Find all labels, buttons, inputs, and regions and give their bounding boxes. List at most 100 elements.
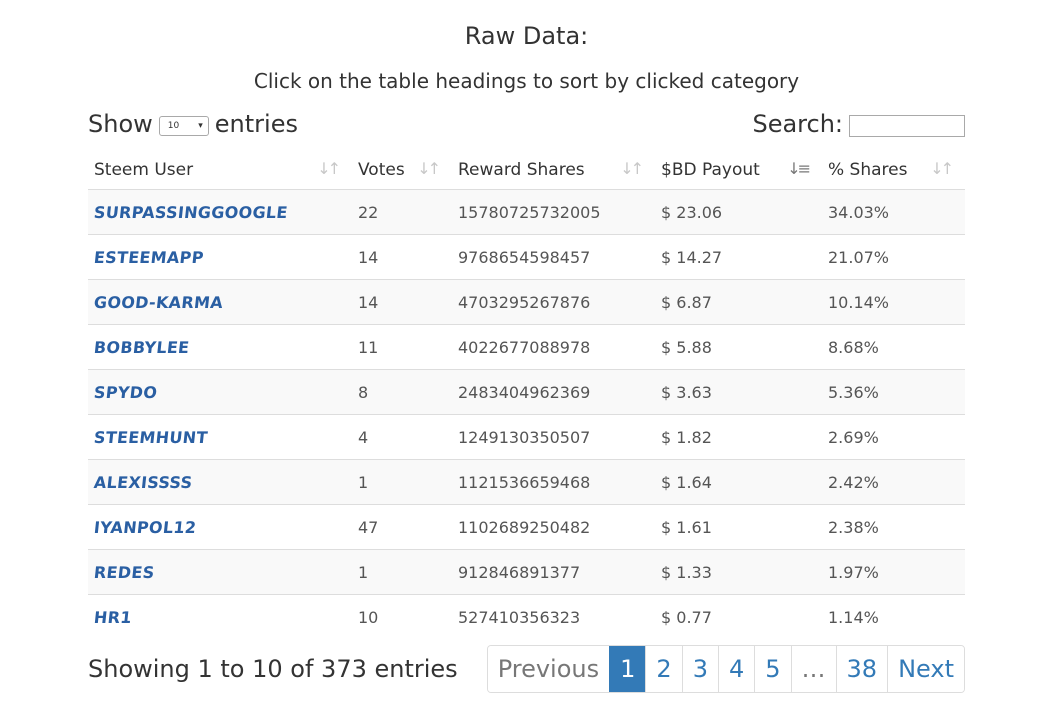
table-row: STEEMHUNT 4 1249130350507 $ 1.82 2.69% <box>88 414 965 460</box>
sort-descending-icon: ↓≡ <box>787 159 811 178</box>
steem-user-link[interactable]: REDES <box>93 563 155 582</box>
steem-user-link[interactable]: ALEXISSSS <box>93 473 193 492</box>
cell-steem-user: IYANPOL12 <box>88 504 352 550</box>
column-header-label: Reward Shares <box>458 159 585 180</box>
page-subtitle: Click on the table headings to sort by c… <box>253 69 800 93</box>
cell-percent-shares: 8.68% <box>822 324 965 370</box>
steem-user-link[interactable]: STEEMHUNT <box>93 428 209 447</box>
cell-reward-shares: 1249130350507 <box>452 414 655 460</box>
table-row: BOBBYLEE 11 4022677088978 $ 5.88 8.68% <box>88 324 965 370</box>
cell-percent-shares: 2.42% <box>822 459 965 505</box>
cell-votes: 1 <box>352 459 452 505</box>
cell-votes: 4 <box>352 414 452 460</box>
table-header-row: Steem User ↓↑ Votes ↓↑ Reward Shares ↓↑ … <box>88 150 965 190</box>
steem-user-link[interactable]: GOOD-KARMA <box>93 293 224 312</box>
pagination-next-button[interactable]: Next <box>887 646 964 692</box>
column-header-label: $BD Payout <box>661 159 760 180</box>
pagination-page-4[interactable]: 4 <box>717 646 755 692</box>
steem-user-link[interactable]: SPYDO <box>93 383 158 402</box>
cell-reward-shares: 15780725732005 <box>452 189 655 235</box>
cell-steem-user: SPYDO <box>88 369 352 415</box>
raw-data-table: Steem User ↓↑ Votes ↓↑ Reward Shares ↓↑ … <box>88 150 965 639</box>
search-label: Search: <box>752 110 843 138</box>
show-label: Show <box>88 110 153 138</box>
page-title: Raw Data: <box>464 22 589 50</box>
cell-percent-shares: 34.03% <box>822 189 965 235</box>
cell-percent-shares: 2.69% <box>822 414 965 460</box>
table-info: Showing 1 to 10 of 373 entries <box>88 655 458 683</box>
cell-steem-user: REDES <box>88 549 352 595</box>
cell-votes: 22 <box>352 189 452 235</box>
cell-percent-shares: 10.14% <box>822 279 965 325</box>
search-control: Search: <box>752 110 965 138</box>
table-row: IYANPOL12 47 1102689250482 $ 1.61 2.38% <box>88 504 965 550</box>
table-body: SURPASSINGGOOGLE 22 15780725732005 $ 23.06 3… <box>88 189 965 639</box>
cell-percent-shares: 1.14% <box>822 594 965 639</box>
cell-sbd-payout: $ 1.82 <box>655 414 822 460</box>
table-row: ALEXISSSS 1 1121536659468 $ 1.64 2.42% <box>88 459 965 505</box>
cell-reward-shares: 4703295267876 <box>452 279 655 325</box>
pagination-page-3[interactable]: 3 <box>681 646 718 692</box>
pagination-page-2[interactable]: 2 <box>645 646 682 692</box>
cell-sbd-payout: $ 0.77 <box>655 594 822 639</box>
cell-steem-user: ESTEEMAPP <box>88 234 352 280</box>
cell-votes: 14 <box>352 279 452 325</box>
dropdown-arrow-icon: ▾ <box>198 120 203 131</box>
cell-steem-user: BOBBYLEE <box>88 324 352 370</box>
column-header-steem-user[interactable]: Steem User ↓↑ <box>88 150 352 190</box>
pagination: Previous 1 2 3 4 5 … 38 Next <box>486 645 965 693</box>
column-header-votes[interactable]: Votes ↓↑ <box>352 150 452 190</box>
sort-both-icon: ↓↑ <box>317 159 341 178</box>
steem-user-link[interactable]: IYANPOL12 <box>93 518 197 537</box>
cell-votes: 8 <box>352 369 452 415</box>
cell-reward-shares: 2483404962369 <box>452 369 655 415</box>
entries-length-control: Show 10 ▾ entries <box>88 110 298 138</box>
pagination-previous-button[interactable]: Previous <box>487 646 610 692</box>
table-row: REDES 1 912846891377 $ 1.33 1.97% <box>88 549 965 595</box>
cell-votes: 14 <box>352 234 452 280</box>
table-row: ESTEEMAPP 14 9768654598457 $ 14.27 21.07% <box>88 234 965 280</box>
cell-percent-shares: 2.38% <box>822 504 965 550</box>
table-row: SURPASSINGGOOGLE 22 15780725732005 $ 23.06 3… <box>88 189 965 235</box>
entries-length-value: 10 <box>167 120 180 131</box>
entries-length-select[interactable]: 10 ▾ <box>158 115 209 136</box>
sort-both-icon: ↓↑ <box>930 159 954 178</box>
cell-steem-user: ALEXISSSS <box>88 459 352 505</box>
cell-steem-user: GOOD-KARMA <box>88 279 352 325</box>
pagination-page-38[interactable]: 38 <box>835 646 888 692</box>
cell-votes: 1 <box>352 549 452 595</box>
cell-sbd-payout: $ 23.06 <box>655 189 822 235</box>
steem-user-link[interactable]: HR1 <box>93 608 133 627</box>
pagination-page-1[interactable]: 1 <box>609 646 646 692</box>
cell-percent-shares: 5.36% <box>822 369 965 415</box>
cell-reward-shares: 9768654598457 <box>452 234 655 280</box>
sort-both-icon: ↓↑ <box>620 159 644 178</box>
pagination-page-5[interactable]: 5 <box>754 646 791 692</box>
cell-votes: 47 <box>352 504 452 550</box>
search-input[interactable] <box>849 115 965 137</box>
steem-user-link[interactable]: ESTEEMAPP <box>93 248 205 267</box>
cell-steem-user: STEEMHUNT <box>88 414 352 460</box>
entries-label: entries <box>214 110 298 138</box>
cell-reward-shares: 912846891377 <box>452 549 655 595</box>
column-header-percent-shares[interactable]: % Shares ↓↑ <box>822 150 965 190</box>
cell-sbd-payout: $ 1.61 <box>655 504 822 550</box>
cell-reward-shares: 4022677088978 <box>452 324 655 370</box>
cell-sbd-payout: $ 5.88 <box>655 324 822 370</box>
cell-sbd-payout: $ 3.63 <box>655 369 822 415</box>
steem-user-link[interactable]: SURPASSINGGOOGLE <box>93 203 289 222</box>
column-header-reward-shares[interactable]: Reward Shares ↓↑ <box>452 150 655 190</box>
table-row: GOOD-KARMA 14 4703295267876 $ 6.87 10.14% <box>88 279 965 325</box>
column-header-label: Steem User <box>94 159 194 180</box>
cell-reward-shares: 527410356323 <box>452 594 655 639</box>
cell-votes: 10 <box>352 594 452 639</box>
table-row: HR1 10 527410356323 $ 0.77 1.14% <box>88 594 965 639</box>
column-header-sbd-payout[interactable]: $BD Payout ↓≡ <box>655 150 822 190</box>
steem-user-link[interactable]: BOBBYLEE <box>93 338 190 357</box>
cell-steem-user: HR1 <box>88 594 352 639</box>
cell-percent-shares: 1.97% <box>822 549 965 595</box>
cell-percent-shares: 21.07% <box>822 234 965 280</box>
column-header-label: Votes <box>358 159 405 180</box>
cell-sbd-payout: $ 1.64 <box>655 459 822 505</box>
cell-sbd-payout: $ 14.27 <box>655 234 822 280</box>
